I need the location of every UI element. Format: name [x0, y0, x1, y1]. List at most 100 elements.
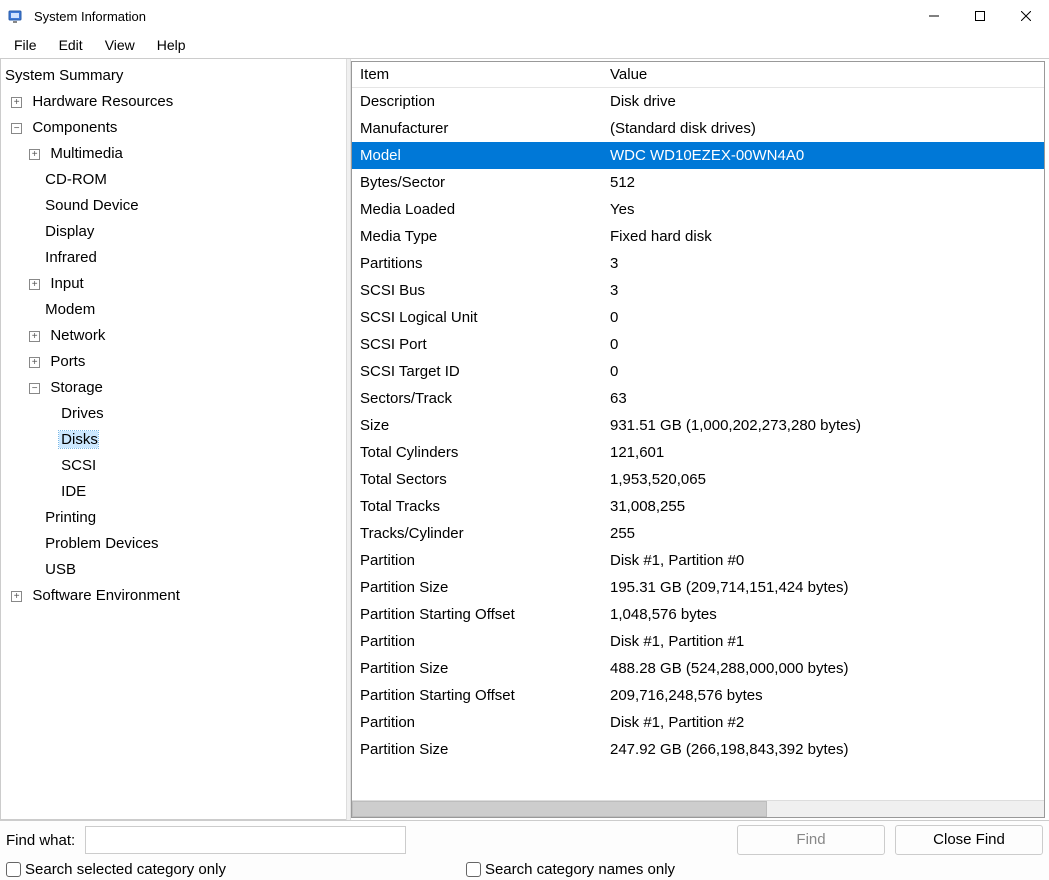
window-title: System Information: [34, 9, 146, 24]
cell-value: Disk drive: [602, 88, 1044, 116]
expand-icon[interactable]: +: [29, 279, 40, 290]
tree-multimedia[interactable]: + Multimedia: [3, 141, 344, 167]
col-value[interactable]: Value: [602, 62, 1044, 88]
tree-system-summary[interactable]: System Summary: [3, 63, 344, 89]
cell-value: Fixed hard disk: [602, 223, 1044, 250]
table-row[interactable]: Tracks/Cylinder255: [352, 520, 1044, 547]
tree-label: Storage: [48, 379, 103, 396]
horizontal-scrollbar[interactable]: [352, 800, 1044, 817]
table-row[interactable]: Media TypeFixed hard disk: [352, 223, 1044, 250]
table-row[interactable]: Partition Size195.31 GB (209,714,151,424…: [352, 574, 1044, 601]
tree-problem-devices[interactable]: Problem Devices: [3, 531, 344, 557]
find-input[interactable]: [85, 826, 406, 854]
chk-search-names[interactable]: Search category names only: [466, 861, 675, 878]
tree-input[interactable]: + Input: [3, 271, 344, 297]
col-item[interactable]: Item: [352, 62, 602, 88]
chk-search-selected[interactable]: Search selected category only: [6, 861, 226, 878]
cell-item: Media Loaded: [352, 196, 602, 223]
table-row[interactable]: Total Cylinders121,601: [352, 439, 1044, 466]
tree-sound-device[interactable]: Sound Device: [3, 193, 344, 219]
tree-modem[interactable]: Modem: [3, 297, 344, 323]
minimize-button[interactable]: [911, 0, 957, 32]
cell-item: Media Type: [352, 223, 602, 250]
table-row[interactable]: SCSI Port0: [352, 331, 1044, 358]
tree-network[interactable]: + Network: [3, 323, 344, 349]
detail-pane: Item Value DescriptionDisk driveManufact…: [351, 61, 1045, 818]
table-row[interactable]: SCSI Target ID0: [352, 358, 1044, 385]
tree-scsi[interactable]: SCSI: [3, 453, 344, 479]
cell-value: 1,953,520,065: [602, 466, 1044, 493]
cell-item: Partition: [352, 709, 602, 736]
collapse-icon[interactable]: −: [29, 383, 40, 394]
cell-value: 488.28 GB (524,288,000,000 bytes): [602, 655, 1044, 682]
tree-components[interactable]: − Components: [3, 115, 344, 141]
cell-value: 1,048,576 bytes: [602, 601, 1044, 628]
tree-disks[interactable]: Disks: [3, 427, 344, 453]
cell-value: Yes: [602, 196, 1044, 223]
expand-icon[interactable]: +: [29, 331, 40, 342]
tree-ports[interactable]: + Ports: [3, 349, 344, 375]
tree-ide[interactable]: IDE: [3, 479, 344, 505]
table-row[interactable]: Partition Starting Offset1,048,576 bytes: [352, 601, 1044, 628]
expand-icon[interactable]: +: [29, 357, 40, 368]
table-row[interactable]: Partition Starting Offset209,716,248,576…: [352, 682, 1044, 709]
menu-view[interactable]: View: [95, 34, 145, 56]
cell-item: SCSI Port: [352, 331, 602, 358]
tree-cd-rom[interactable]: CD-ROM: [3, 167, 344, 193]
table-row[interactable]: DescriptionDisk drive: [352, 88, 1044, 116]
close-button[interactable]: [1003, 0, 1049, 32]
tree-label: Components: [30, 119, 117, 136]
tree-display[interactable]: Display: [3, 219, 344, 245]
collapse-icon[interactable]: −: [11, 123, 22, 134]
cell-value: WDC WD10EZEX-00WN4A0: [602, 142, 1044, 169]
cell-value: 512: [602, 169, 1044, 196]
cell-value: Disk #1, Partition #1: [602, 628, 1044, 655]
tree-infrared[interactable]: Infrared: [3, 245, 344, 271]
table-row[interactable]: PartitionDisk #1, Partition #2: [352, 709, 1044, 736]
cell-item: Bytes/Sector: [352, 169, 602, 196]
tree-usb[interactable]: USB: [3, 557, 344, 583]
expand-icon[interactable]: +: [11, 591, 22, 602]
table-row[interactable]: Bytes/Sector512: [352, 169, 1044, 196]
table-row[interactable]: SCSI Bus3: [352, 277, 1044, 304]
cell-value: 121,601: [602, 439, 1044, 466]
cell-item: Total Tracks: [352, 493, 602, 520]
tree-label: Software Environment: [30, 587, 180, 604]
expand-icon[interactable]: +: [11, 97, 22, 108]
table-row[interactable]: Sectors/Track63: [352, 385, 1044, 412]
maximize-button[interactable]: [957, 0, 1003, 32]
tree-drives[interactable]: Drives: [3, 401, 344, 427]
menu-help[interactable]: Help: [147, 34, 196, 56]
find-button[interactable]: Find: [737, 825, 885, 855]
detail-table: Item Value DescriptionDisk driveManufact…: [352, 62, 1044, 763]
table-row[interactable]: Partition Size488.28 GB (524,288,000,000…: [352, 655, 1044, 682]
cell-value: 63: [602, 385, 1044, 412]
scrollbar-thumb[interactable]: [352, 801, 767, 817]
table-row[interactable]: Media LoadedYes: [352, 196, 1044, 223]
table-row[interactable]: Partition Size247.92 GB (266,198,843,392…: [352, 736, 1044, 763]
table-row[interactable]: ModelWDC WD10EZEX-00WN4A0: [352, 142, 1044, 169]
tree-printing[interactable]: Printing: [3, 505, 344, 531]
tree-label: Input: [48, 275, 83, 292]
table-row[interactable]: Partitions3: [352, 250, 1044, 277]
tree-hardware-resources[interactable]: + Hardware Resources: [3, 89, 344, 115]
table-row[interactable]: Total Tracks31,008,255: [352, 493, 1044, 520]
cell-item: Partitions: [352, 250, 602, 277]
menu-file[interactable]: File: [4, 34, 47, 56]
close-find-button[interactable]: Close Find: [895, 825, 1043, 855]
table-row[interactable]: Total Sectors1,953,520,065: [352, 466, 1044, 493]
tree-software-environment[interactable]: + Software Environment: [3, 583, 344, 609]
table-row[interactable]: SCSI Logical Unit0: [352, 304, 1044, 331]
nav-tree[interactable]: System Summary + Hardware Resources − Co…: [0, 59, 346, 820]
tree-label: Multimedia: [48, 145, 123, 162]
cell-item: SCSI Logical Unit: [352, 304, 602, 331]
detail-scroll[interactable]: Item Value DescriptionDisk driveManufact…: [352, 62, 1044, 800]
tree-storage[interactable]: − Storage: [3, 375, 344, 401]
table-row[interactable]: Manufacturer(Standard disk drives): [352, 115, 1044, 142]
menu-edit[interactable]: Edit: [49, 34, 93, 56]
expand-icon[interactable]: +: [29, 149, 40, 160]
table-row[interactable]: PartitionDisk #1, Partition #0: [352, 547, 1044, 574]
table-row[interactable]: PartitionDisk #1, Partition #1: [352, 628, 1044, 655]
table-row[interactable]: Size931.51 GB (1,000,202,273,280 bytes): [352, 412, 1044, 439]
tree-label: Display: [43, 223, 94, 240]
